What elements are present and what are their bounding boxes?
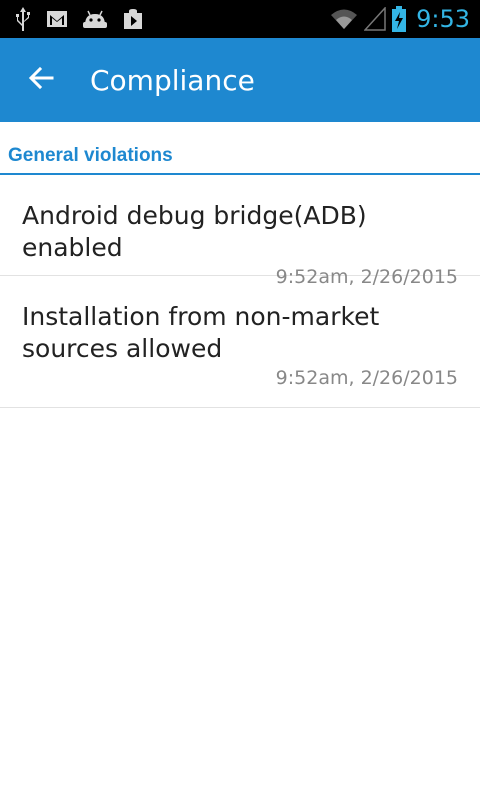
battery-charging-icon [392, 6, 407, 32]
no-signal-icon [364, 7, 386, 31]
usb-icon [14, 6, 32, 32]
android-icon [82, 9, 108, 29]
status-bar: 9:53 [0, 0, 480, 38]
section-title: General violations [8, 145, 173, 166]
gmail-icon [46, 9, 68, 29]
section-header: General violations [0, 122, 480, 175]
system-icons: 9:53 [330, 0, 480, 38]
list-item[interactable]: Installation from non-market sources all… [0, 276, 480, 408]
list-item[interactable]: Android debug bridge(ADB) enabled 9:52am… [0, 175, 480, 288]
page-title: Compliance [90, 63, 255, 97]
violations-list: Android debug bridge(ADB) enabled 9:52am… [0, 175, 480, 408]
back-arrow-icon [28, 66, 54, 94]
violation-timestamp: 9:52am, 2/26/2015 [275, 367, 458, 389]
back-button[interactable] [0, 38, 84, 122]
wifi-icon [330, 8, 358, 30]
violation-title: Android debug bridge(ADB) enabled [22, 201, 367, 262]
play-store-icon [122, 8, 144, 30]
violation-title: Installation from non-market sources all… [22, 302, 380, 363]
status-time: 9:53 [416, 5, 470, 33]
app-bar: Compliance [0, 38, 480, 122]
notification-icons [0, 0, 144, 38]
